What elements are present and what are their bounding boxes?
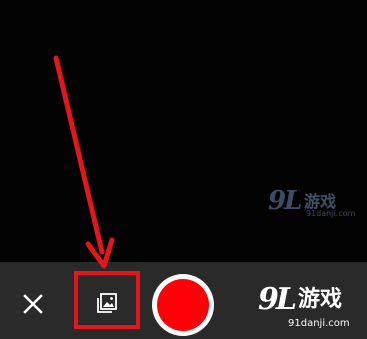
camera-screen: 9L 游戏 91danji.com 9L 游戏 91danji.com: [0, 0, 367, 339]
close-button[interactable]: [20, 291, 46, 317]
watermark-top: 9L 游戏 91danji.com: [268, 186, 358, 226]
record-button[interactable]: [152, 274, 214, 336]
annotation-highlight-box: [74, 271, 140, 329]
record-icon: [157, 279, 209, 331]
watermark-logo: 9L: [268, 186, 302, 216]
watermark-logo-large: 9L: [258, 282, 297, 317]
watermark-domain: 91danji.com: [306, 209, 356, 218]
watermark-domain-large: 91danji.com: [288, 318, 350, 329]
watermark-bottom: 9L 游戏 91danji.com: [258, 285, 366, 337]
watermark-name-large: 游戏: [298, 287, 343, 312]
close-icon: [23, 294, 43, 314]
